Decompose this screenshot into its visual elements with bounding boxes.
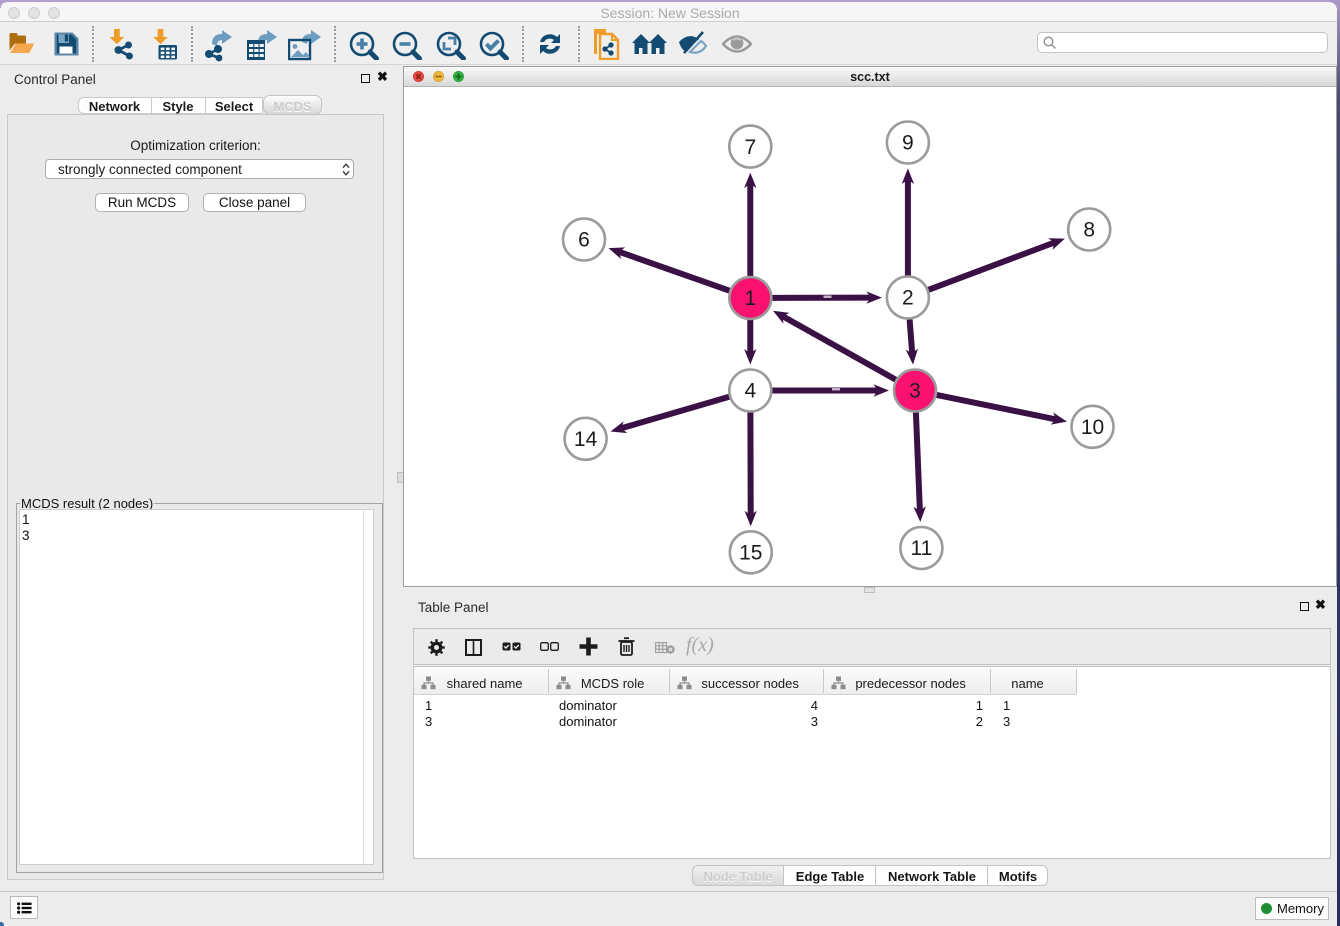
svg-text:9: 9	[902, 132, 914, 155]
svg-text:15: 15	[739, 542, 762, 565]
svg-text:10: 10	[1081, 416, 1104, 439]
svg-text:2: 2	[902, 287, 914, 310]
svg-text:14: 14	[574, 428, 598, 451]
svg-text:8: 8	[1083, 219, 1095, 242]
svg-text:3: 3	[909, 380, 921, 403]
svg-text:11: 11	[910, 537, 932, 560]
svg-text:1: 1	[744, 287, 756, 310]
svg-text:7: 7	[744, 136, 756, 159]
svg-text:6: 6	[578, 229, 590, 252]
svg-text:4: 4	[744, 380, 756, 403]
